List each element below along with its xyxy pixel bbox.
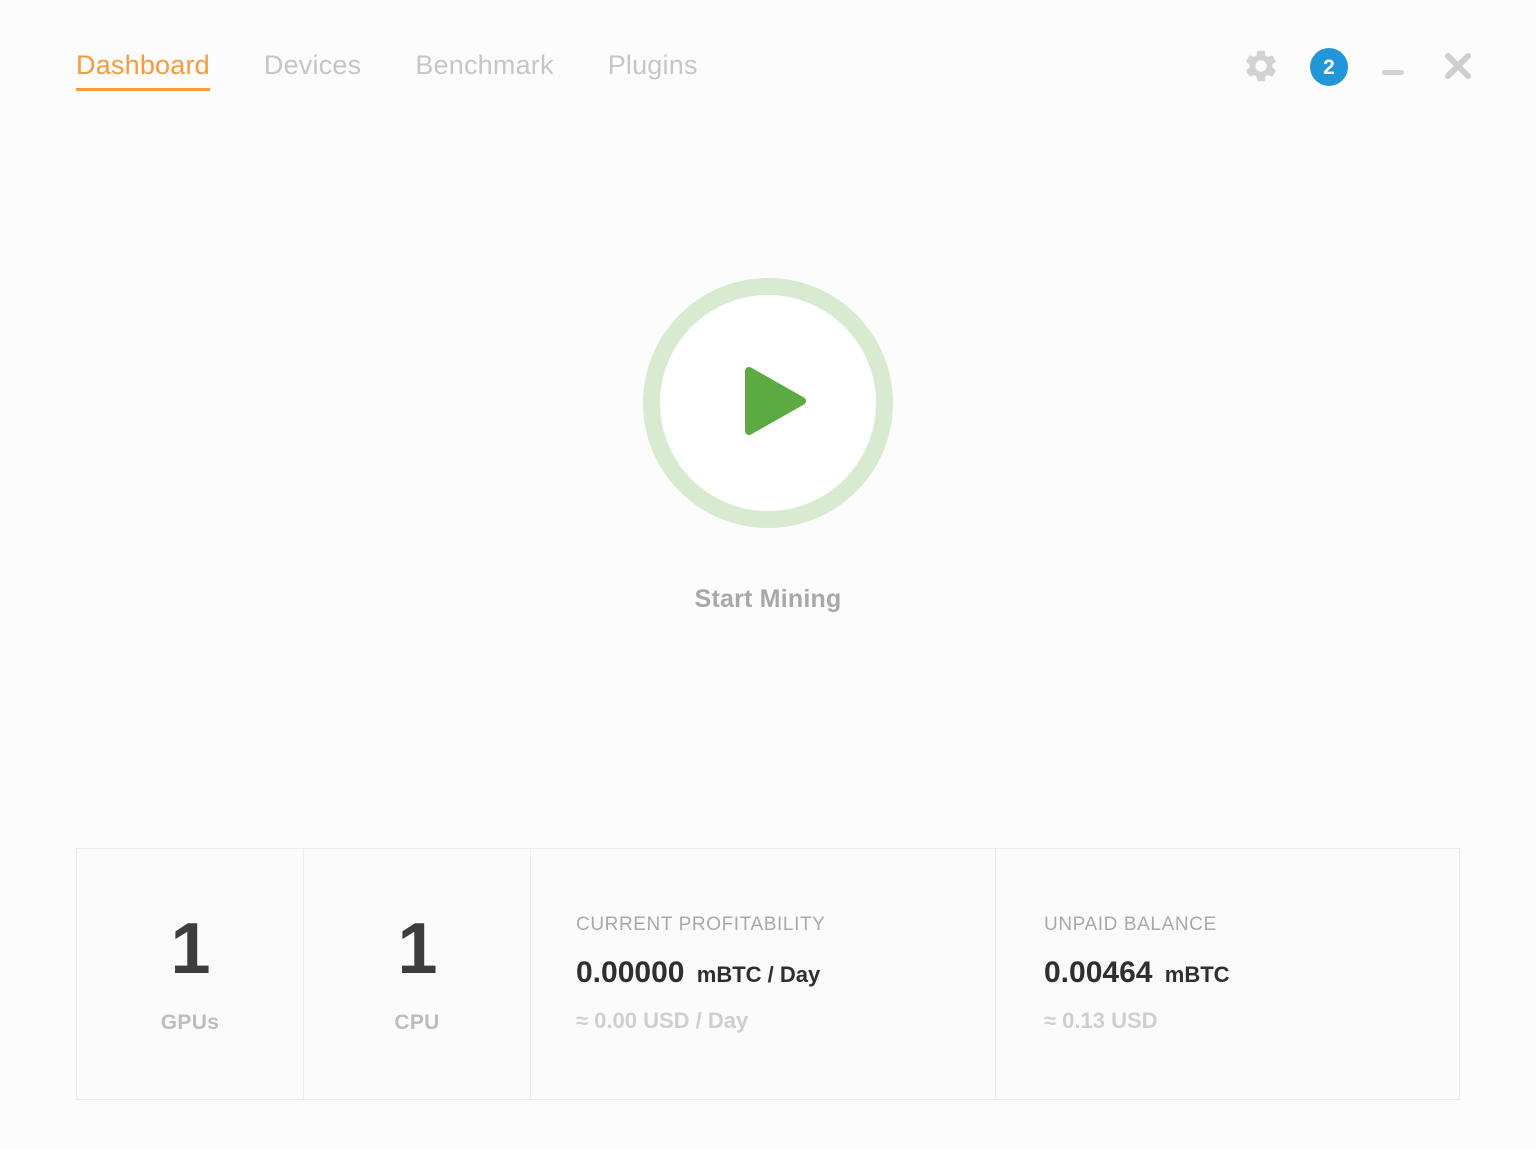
tab-dashboard[interactable]: Dashboard bbox=[76, 50, 210, 95]
stat-cell-profitability: CURRENT PROFITABILITY 0.00000 mBTC / Day… bbox=[531, 849, 996, 1099]
profitability-value: 0.00000 bbox=[576, 956, 685, 989]
gpu-count: 1 bbox=[170, 909, 210, 989]
start-mining-button[interactable]: Start Mining bbox=[643, 278, 893, 614]
profitability-usd: ≈ 0.00 USD / Day bbox=[576, 1008, 749, 1033]
profitability-unit: mBTC / Day bbox=[696, 962, 821, 987]
main-content: Start Mining 1 GPUs 1 CPU CURRENT PROFIT… bbox=[0, 118, 1536, 1149]
start-mining-label: Start Mining bbox=[694, 585, 842, 613]
application-window: Dashboard Devices Benchmark Plugins 2 St… bbox=[0, 0, 1536, 1149]
profitability-title: CURRENT PROFITABILITY bbox=[576, 914, 826, 935]
balance-usd: ≈ 0.13 USD bbox=[1044, 1008, 1158, 1033]
tab-benchmark[interactable]: Benchmark bbox=[415, 50, 553, 95]
balance-value: 0.00464 bbox=[1044, 956, 1153, 989]
notification-badge: 2 bbox=[1310, 48, 1348, 86]
minimize-icon bbox=[1377, 49, 1411, 86]
start-mining-circle[interactable] bbox=[643, 278, 893, 528]
minimize-button[interactable] bbox=[1372, 45, 1416, 89]
stat-cell-cpu: 1 CPU bbox=[304, 849, 531, 1099]
profitability-value-row: 0.00000 mBTC / Day bbox=[576, 956, 820, 990]
stat-cell-balance: UNPAID BALANCE 0.00464 mBTC ≈ 0.13 USD bbox=[996, 849, 1459, 1099]
stats-panel: 1 GPUs 1 CPU CURRENT PROFITABILITY 0.000… bbox=[76, 848, 1460, 1100]
settings-button[interactable] bbox=[1238, 44, 1284, 90]
cpu-count: 1 bbox=[397, 909, 437, 989]
main-navigation: Dashboard Devices Benchmark Plugins bbox=[0, 0, 698, 95]
gpu-label: GPUs bbox=[160, 1011, 220, 1034]
balance-unit: mBTC bbox=[1164, 962, 1230, 987]
balance-value-row: 0.00464 mBTC bbox=[1044, 956, 1230, 990]
title-bar: Dashboard Devices Benchmark Plugins 2 bbox=[0, 0, 1536, 118]
stat-cell-gpus: 1 GPUs bbox=[77, 849, 304, 1099]
close-button[interactable] bbox=[1436, 45, 1480, 89]
balance-title: UNPAID BALANCE bbox=[1044, 914, 1217, 935]
play-icon bbox=[743, 366, 807, 441]
window-controls: 2 bbox=[1238, 44, 1480, 90]
close-icon bbox=[1440, 48, 1476, 87]
gear-icon bbox=[1242, 47, 1280, 88]
cpu-label: CPU bbox=[394, 1011, 440, 1034]
tab-plugins[interactable]: Plugins bbox=[608, 50, 698, 95]
tab-devices[interactable]: Devices bbox=[264, 50, 361, 95]
notifications-button[interactable]: 2 bbox=[1308, 46, 1350, 88]
